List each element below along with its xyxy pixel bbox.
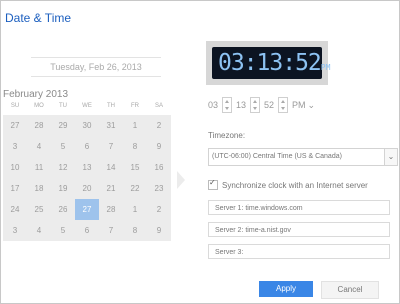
calendar-day[interactable]: 7 xyxy=(99,220,123,241)
digital-clock: 03:13:52PM xyxy=(206,41,330,85)
sync-checkbox[interactable] xyxy=(208,178,218,190)
calendar-day[interactable]: 27 xyxy=(75,199,99,220)
time-spinner-row: 03 13 52 PM ⌄ xyxy=(208,97,317,113)
calendar-month-label: February 2013 xyxy=(3,89,69,100)
calendar-day[interactable]: 24 xyxy=(3,199,27,220)
next-month-arrow-icon[interactable] xyxy=(177,171,185,189)
calendar-day[interactable]: 2 xyxy=(147,199,171,220)
calendar-day[interactable]: 9 xyxy=(147,136,171,157)
clock-display: 03:13:52PM xyxy=(212,47,330,79)
weekday-label: TU xyxy=(59,103,67,109)
calendar-day[interactable]: 28 xyxy=(27,115,51,136)
hour-value[interactable]: 03 xyxy=(208,100,218,110)
calendar-day[interactable]: 16 xyxy=(147,157,171,178)
calendar-day[interactable]: 4 xyxy=(27,136,51,157)
calendar-day[interactable]: 11 xyxy=(27,157,51,178)
second-spinner-icon[interactable] xyxy=(278,97,289,113)
calendar-day[interactable]: 20 xyxy=(75,178,99,199)
calendar-day[interactable]: 22 xyxy=(123,178,147,199)
calendar-day[interactable]: 28 xyxy=(99,199,123,220)
sync-label: Synchronize clock with an Internet serve… xyxy=(222,180,368,190)
clock-time: 03:13:52 xyxy=(218,50,322,76)
calendar-day[interactable]: 26 xyxy=(51,199,75,220)
minute-spinner-icon[interactable] xyxy=(250,97,261,113)
calendar-day[interactable]: 4 xyxy=(27,220,51,241)
server-2-field[interactable]: Server 2: time-a.nist.gov xyxy=(208,222,390,237)
selected-date-text: Tuesday, Feb 26, 2013 xyxy=(31,57,161,77)
calendar-day[interactable]: 1 xyxy=(123,115,147,136)
weekday-header: SU MO TU WE TH FR SA xyxy=(3,103,171,109)
calendar-day[interactable]: 5 xyxy=(51,220,75,241)
calendar-grid: 27 28 29 30 31 1 2 3 4 5 6 7 8 9 10 11 12 13 14 15 16 17 18 19 2… xyxy=(3,115,171,241)
calendar-day[interactable]: 8 xyxy=(123,220,147,241)
calendar-day[interactable]: 6 xyxy=(75,136,99,157)
second-value[interactable]: 52 xyxy=(264,100,274,110)
weekday-label: WE xyxy=(82,103,92,109)
calendar-day[interactable]: 15 xyxy=(123,157,147,178)
timezone-value: (UTC-06:00) Central Time (US & Canada) xyxy=(212,153,342,160)
calendar-day[interactable]: 18 xyxy=(27,178,51,199)
calendar-day[interactable]: 5 xyxy=(51,136,75,157)
server-2-value: time-a.nist.gov xyxy=(245,227,291,234)
calendar-day[interactable]: 25 xyxy=(27,199,51,220)
calendar-day[interactable]: 6 xyxy=(75,220,99,241)
ampm-chevron-down-icon[interactable]: ⌄ xyxy=(308,100,316,111)
calendar-day[interactable]: 12 xyxy=(51,157,75,178)
timezone-dropdown-icon[interactable]: ⌄ xyxy=(384,149,397,165)
calendar-day[interactable]: 13 xyxy=(75,157,99,178)
calendar-day[interactable]: 19 xyxy=(51,178,75,199)
weekday-label: TH xyxy=(107,103,115,109)
calendar-day[interactable]: 14 xyxy=(99,157,123,178)
window-title: Date & Time xyxy=(5,11,72,25)
server-1-label: Server 1: xyxy=(215,205,244,212)
calendar-day[interactable]: 2 xyxy=(147,115,171,136)
ampm-select[interactable]: PM xyxy=(292,100,306,110)
weekday-label: SA xyxy=(154,103,163,109)
calendar-day[interactable]: 31 xyxy=(99,115,123,136)
hour-spinner-icon[interactable] xyxy=(222,97,233,113)
calendar-day[interactable]: 30 xyxy=(75,115,99,136)
calendar-days: 27 28 29 30 31 1 2 3 4 5 6 7 8 9 10 11 12 13 14 15 16 17 18 19 2… xyxy=(3,115,171,241)
weekday-label: SU xyxy=(10,103,20,109)
calendar-day[interactable]: 29 xyxy=(51,115,75,136)
calendar-day[interactable]: 23 xyxy=(147,178,171,199)
prev-month-arrow-icon[interactable] xyxy=(3,171,11,189)
timezone-select[interactable]: (UTC-06:00) Central Time (US & Canada) ⌄ xyxy=(208,148,398,166)
server-3-field[interactable]: Server 3: xyxy=(208,244,390,259)
server-3-label: Server 3: xyxy=(215,249,244,256)
calendar-day[interactable]: 7 xyxy=(99,136,123,157)
server-1-field[interactable]: Server 1: time.windows.com xyxy=(208,200,390,215)
calendar-day[interactable]: 1 xyxy=(123,199,147,220)
cancel-button[interactable]: Cancel xyxy=(321,281,379,299)
weekday-label: MO xyxy=(34,103,44,109)
calendar-day[interactable]: 9 xyxy=(147,220,171,241)
calendar-day[interactable]: 3 xyxy=(3,136,27,157)
sync-checkbox-row[interactable]: Synchronize clock with an Internet serve… xyxy=(208,178,368,190)
calendar-day[interactable]: 27 xyxy=(3,115,27,136)
weekday-label: FR xyxy=(131,103,139,109)
date-time-window: Date & Time Tuesday, Feb 26, 2013 Februa… xyxy=(0,0,400,304)
server-1-value: time.windows.com xyxy=(245,205,303,212)
apply-button[interactable]: Apply xyxy=(259,281,313,297)
minute-value[interactable]: 13 xyxy=(236,100,246,110)
calendar-day[interactable]: 21 xyxy=(99,178,123,199)
timezone-label: Timezone: xyxy=(208,131,246,140)
server-2-label: Server 2: xyxy=(215,227,244,234)
calendar-day[interactable]: 3 xyxy=(3,220,27,241)
calendar-day[interactable]: 8 xyxy=(123,136,147,157)
clock-ampm: PM xyxy=(320,63,331,72)
